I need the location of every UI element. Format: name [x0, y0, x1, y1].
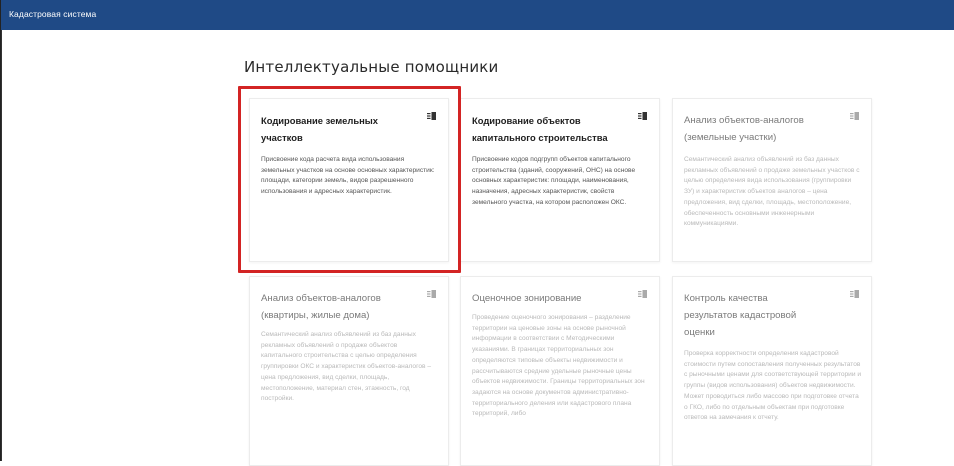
card-description: Присвоение кодов подгрупп объектов капит… — [472, 156, 636, 206]
card-title: Кодирование объектов капитального строит… — [472, 115, 608, 143]
card-description: Проверка корректности определения кадаст… — [684, 350, 862, 422]
card-title: Контроль качества результатов кадастрово… — [684, 293, 797, 338]
book-icon[interactable] — [850, 290, 859, 298]
book-icon[interactable] — [638, 112, 647, 120]
book-icon[interactable] — [427, 290, 436, 298]
card-description: Семантический анализ объявлений из баз д… — [684, 156, 860, 228]
app-window: Кадастровая система Интеллектуальные пом… — [0, 0, 954, 466]
card-title: Анализ объектов-аналогов (земельные учас… — [684, 115, 804, 143]
assistant-card-flat-analogs[interactable]: Анализ объектов-аналогов (квартиры, жилы… — [249, 276, 449, 466]
assistant-card-land-analogs[interactable]: Анализ объектов-аналогов (земельные учас… — [672, 98, 872, 262]
card-title: Анализ объектов-аналогов (квартиры, жилы… — [261, 293, 381, 321]
selection-highlight — [238, 86, 461, 273]
assistant-card-valuation-zoning[interactable]: Оценочное зонирование Проведение оценочн… — [460, 276, 660, 466]
card-title: Оценочное зонирование — [472, 293, 582, 304]
assistant-card-quality-control[interactable]: Контроль качества результатов кадастрово… — [672, 276, 872, 466]
page-title: Интеллектуальные помощники — [244, 58, 499, 76]
book-icon[interactable] — [850, 112, 859, 120]
assistant-card-oks-coding[interactable]: Кодирование объектов капитального строит… — [460, 98, 660, 262]
book-icon[interactable] — [638, 290, 647, 298]
top-navbar: Кадастровая система — [1, 0, 954, 30]
card-description: Проведение оценочного зонирования – разд… — [472, 314, 645, 418]
app-brand[interactable]: Кадастровая система — [9, 9, 96, 19]
card-description: Семантический анализ объявлений из баз д… — [261, 331, 432, 403]
